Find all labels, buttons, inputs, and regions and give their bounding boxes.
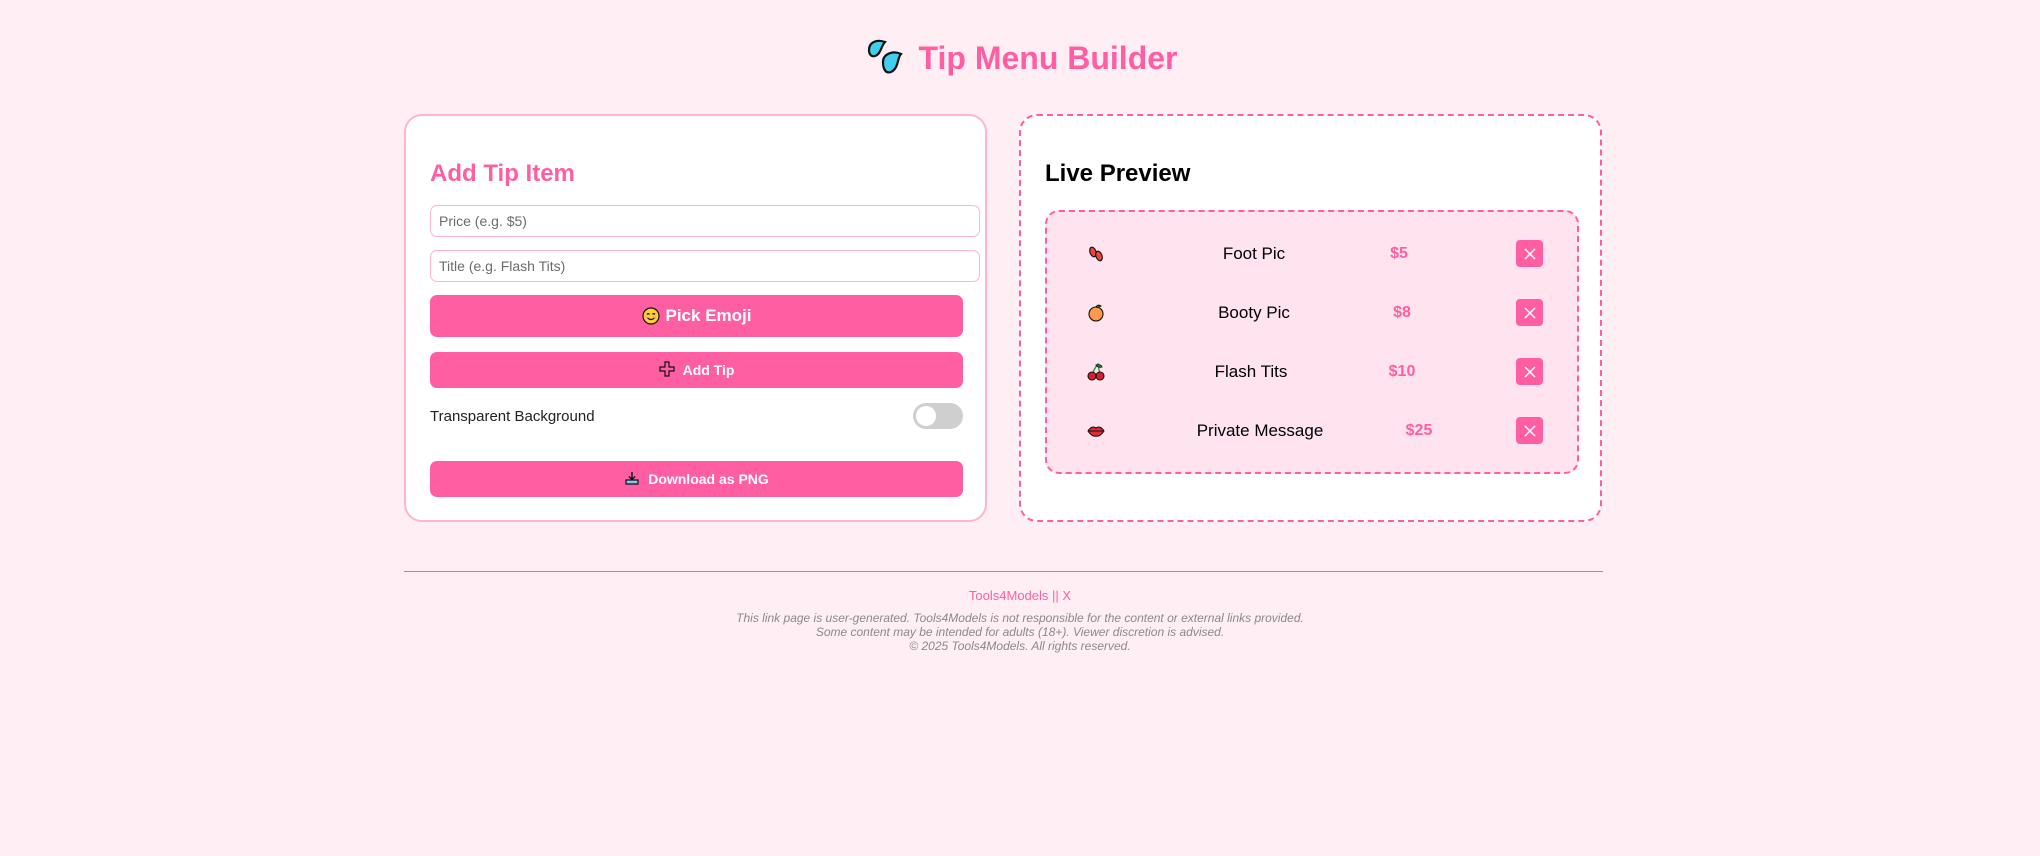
download-png-label: Download as PNG [648, 471, 769, 487]
download-png-button[interactable]: Download as PNG [430, 461, 963, 497]
tip-item: Flash Tits $10 [1047, 355, 1577, 387]
cherries-icon [1086, 362, 1106, 382]
tip-title: Booty Pic [1218, 303, 1290, 322]
toggle-knob [916, 406, 936, 426]
tip-price: $25 [1405, 422, 1433, 439]
x-link[interactable]: X [1062, 588, 1071, 603]
add-tip-card: Add Tip Item Pick Emoji Add Tip Transpar… [404, 114, 987, 522]
remove-tip-button[interactable] [1516, 417, 1543, 444]
live-preview-card: Live Preview Foot Pic $5 Booty Pic $8 Fl… [1019, 114, 1602, 522]
lips-icon [1086, 421, 1106, 441]
live-preview-heading: Live Preview [1045, 160, 1191, 187]
footer-divider [404, 571, 1603, 572]
close-icon [1523, 306, 1536, 319]
tip-price: $10 [1388, 363, 1416, 380]
remove-tip-button[interactable] [1516, 299, 1543, 326]
transparent-background-label: Transparent Background [430, 407, 595, 425]
footer-separator: || [1048, 588, 1063, 603]
download-tray-icon [624, 470, 642, 488]
tip-item: Private Message $25 [1047, 414, 1577, 446]
close-icon [1523, 365, 1536, 378]
peach-icon [1086, 303, 1106, 323]
close-icon [1523, 247, 1536, 260]
disclaimer-line: This link page is user-generated. Tools4… [736, 611, 1304, 625]
tools4models-link[interactable]: Tools4Models [969, 588, 1049, 603]
tip-price: $5 [1390, 245, 1408, 262]
price-input[interactable] [430, 205, 980, 237]
copyright: © 2025 Tools4Models. All rights reserved… [909, 639, 1131, 653]
tip-title: Foot Pic [1222, 244, 1286, 263]
footer-disclaimer: This link page is user-generated. Tools4… [0, 611, 2040, 653]
disclaimer-line: Some content may be intended for adults … [815, 625, 1225, 639]
transparent-background-row: Transparent Background [430, 402, 963, 430]
footprints-icon [1086, 244, 1106, 264]
add-tip-heading: Add Tip Item [430, 160, 575, 187]
close-icon [1523, 424, 1536, 437]
tip-menu-preview: Foot Pic $5 Booty Pic $8 Flash Tits $10 … [1045, 210, 1579, 474]
tip-item: Foot Pic $5 [1047, 237, 1577, 269]
remove-tip-button[interactable] [1516, 240, 1543, 267]
plus-icon [658, 361, 677, 379]
tip-title: Flash Tits [1214, 362, 1288, 381]
pick-emoji-label: Pick Emoji [665, 306, 752, 325]
sweat-droplets-icon [863, 36, 907, 80]
remove-tip-button[interactable] [1516, 358, 1543, 385]
transparent-background-toggle[interactable] [913, 403, 963, 429]
tip-title: Private Message [1196, 421, 1324, 440]
add-tip-button[interactable]: Add Tip [430, 352, 963, 388]
footer-links: Tools4Models || X [0, 588, 2040, 603]
title-input[interactable] [430, 250, 980, 282]
smiling-face-icon [641, 307, 660, 325]
tip-price: $8 [1393, 304, 1411, 321]
add-tip-label: Add Tip [682, 362, 735, 378]
pick-emoji-button[interactable]: Pick Emoji [430, 295, 963, 337]
page-header: Tip Menu Builder [0, 36, 2040, 80]
tip-item: Booty Pic $8 [1047, 296, 1577, 328]
page-title: Tip Menu Builder [918, 39, 1178, 76]
